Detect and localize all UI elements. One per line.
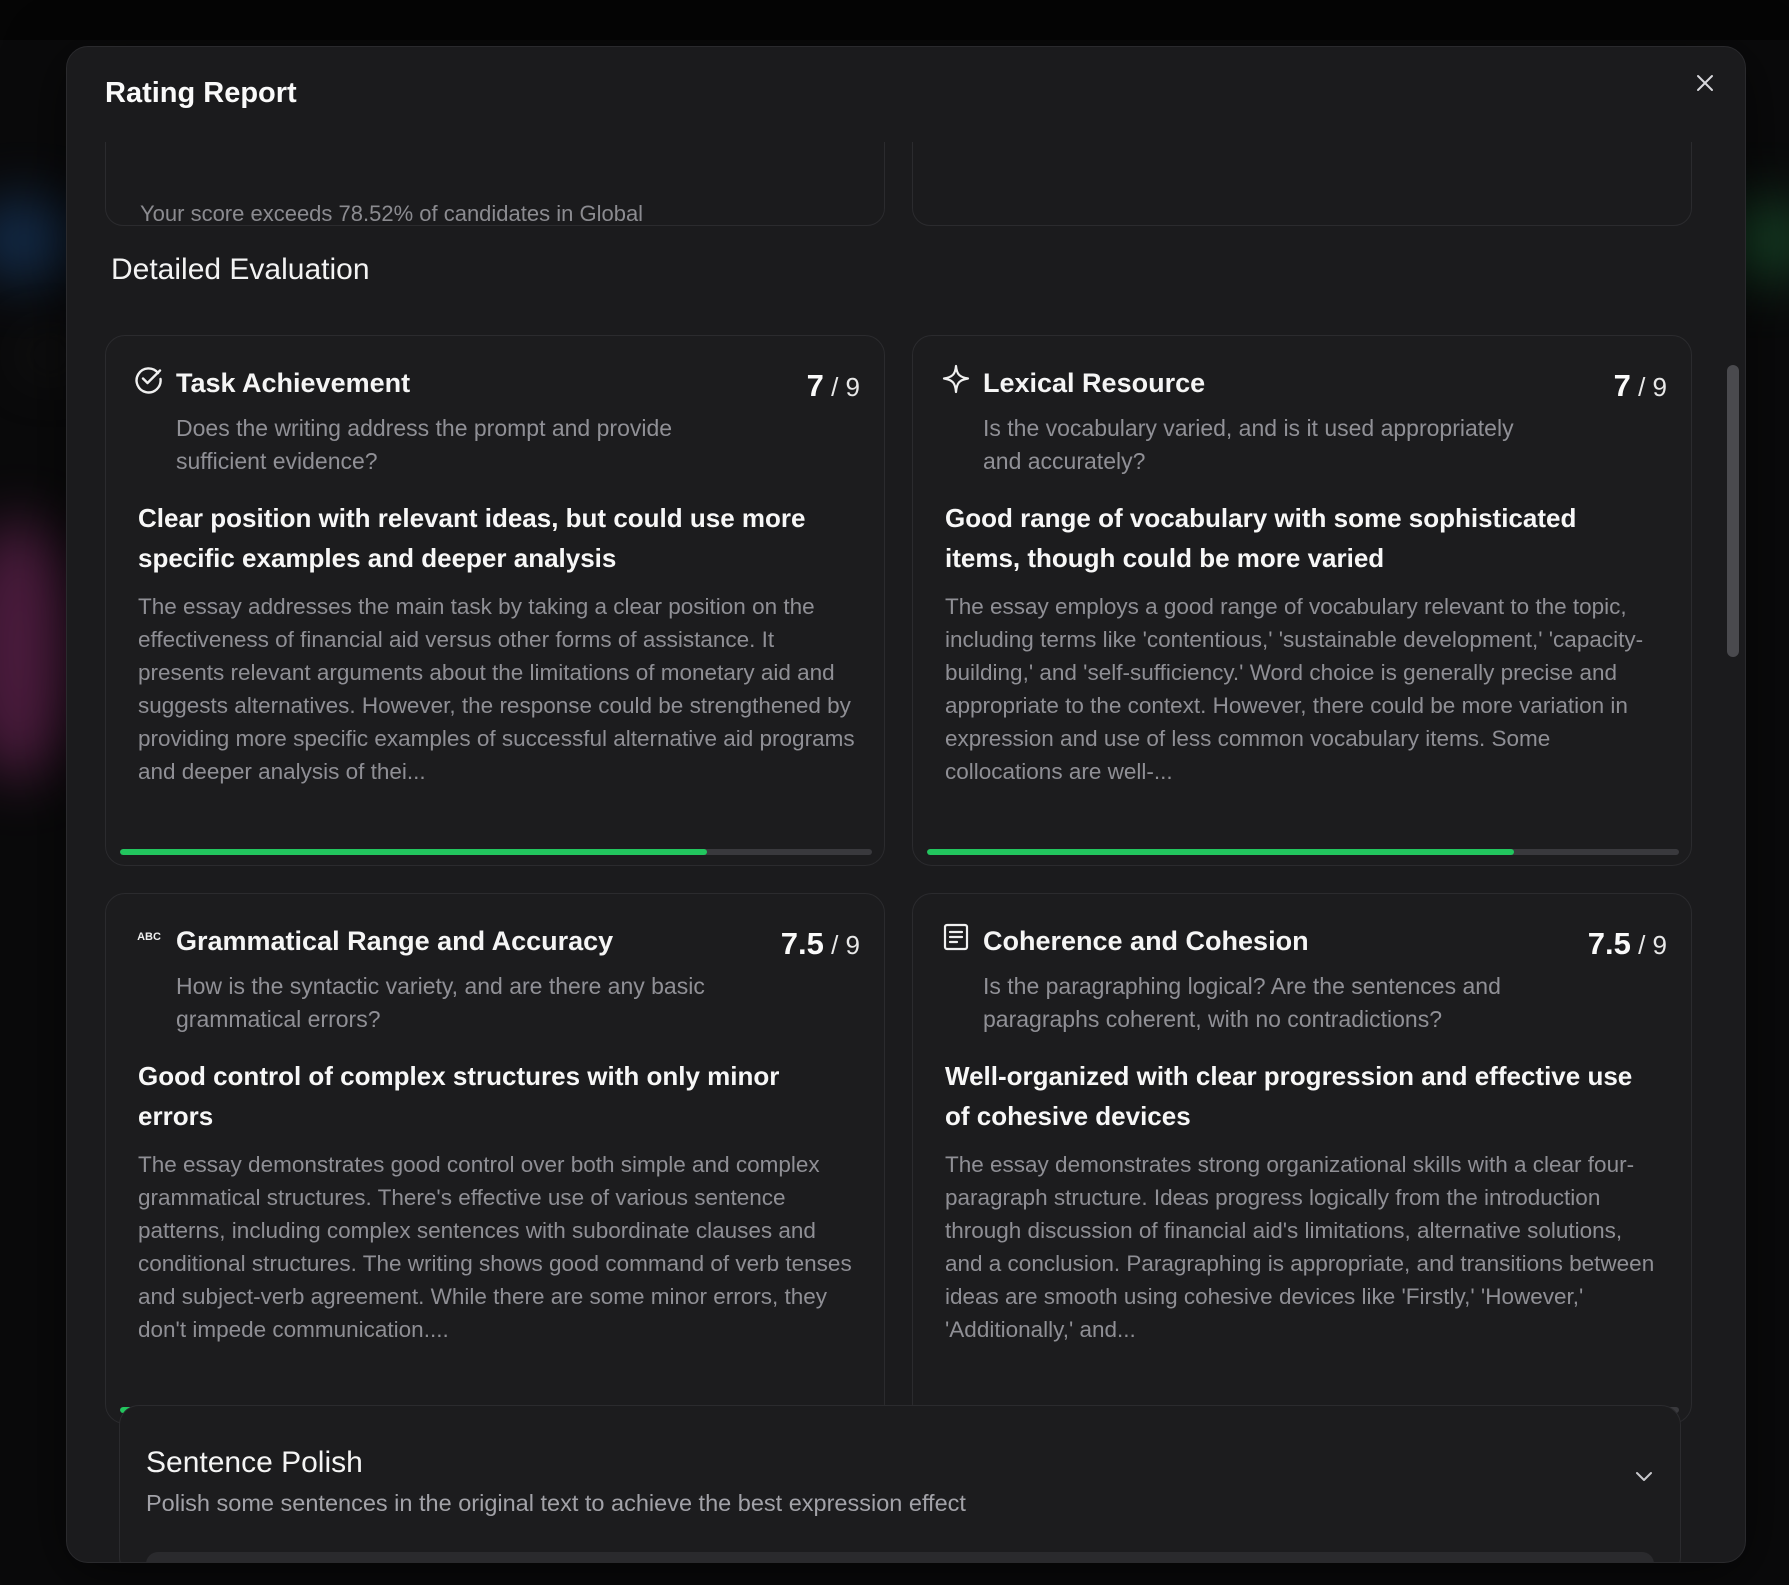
criterion-detail: The essay demonstrates strong organizati…	[945, 1152, 1655, 1342]
overall-summary-card	[912, 142, 1692, 226]
score-max: / 9	[831, 372, 860, 402]
score-max: / 9	[831, 930, 860, 960]
scrollbar-thumb[interactable]	[1727, 365, 1739, 657]
criterion-score: 7.5 / 9	[781, 926, 860, 962]
criterion-name: Task Achievement	[176, 368, 411, 398]
criterion-score: 7 / 9	[1614, 368, 1667, 404]
criterion-summary: Clear position with relevant ideas, but …	[138, 503, 806, 573]
score-value: 7	[1613, 368, 1631, 403]
chevron-down-icon[interactable]	[1632, 1464, 1656, 1488]
criterion-summary: Good control of complex structures with …	[138, 1061, 780, 1131]
rating-report-modal: Rating Report Your score exceeds 78.52% …	[66, 46, 1746, 1563]
close-button[interactable]	[1687, 65, 1723, 101]
report-scroll-area[interactable]: Your score exceeds 78.52% of candidates …	[67, 142, 1745, 1562]
check-circle-icon	[135, 367, 162, 394]
score-percentile-text: Your score exceeds 78.52% of candidates …	[140, 201, 644, 226]
document-icon	[943, 923, 969, 951]
criterion-card-lexical-resource[interactable]: Lexical Resource 7 / 9 Is the vocabulary…	[912, 335, 1692, 866]
polish-content-placeholder	[146, 1552, 1654, 1562]
criterion-score: 7.5 / 9	[1588, 926, 1667, 962]
sentence-polish-panel[interactable]: Sentence Polish Polish some sentences in…	[119, 1405, 1681, 1562]
criterion-summary: Good range of vocabulary with some sophi…	[945, 503, 1577, 573]
criterion-detail: The essay addresses the main task by tak…	[138, 594, 855, 784]
score-value: 7	[806, 368, 824, 403]
abc-icon-text: ABC	[137, 931, 161, 943]
background-topbar	[0, 0, 1789, 40]
criterion-name: Grammatical Range and Accuracy	[176, 926, 614, 956]
criterion-score: 7 / 9	[807, 368, 860, 404]
modal-title: Rating Report	[105, 77, 297, 109]
score-max: / 9	[1638, 930, 1667, 960]
overall-score-card: Your score exceeds 78.52% of candidates …	[105, 142, 885, 226]
progress-fill	[927, 849, 1514, 855]
polish-title: Sentence Polish	[146, 1446, 363, 1479]
score-max: / 9	[1638, 372, 1667, 402]
abc-icon: ABC	[137, 931, 161, 943]
criterion-detail: The essay demonstrates good control over…	[138, 1152, 852, 1342]
score-progress-bar	[927, 849, 1679, 855]
polish-subtitle: Polish some sentences in the original te…	[146, 1490, 966, 1516]
criterion-name: Lexical Resource	[983, 368, 1206, 398]
progress-fill	[120, 849, 707, 855]
criterion-card-grammatical-range[interactable]: ABC Grammatical Range and Accuracy 7.5 /…	[105, 893, 885, 1424]
criterion-summary: Well-organized with clear progression an…	[945, 1061, 1633, 1131]
criterion-card-task-achievement[interactable]: Task Achievement 7 / 9 Does the writing …	[105, 335, 885, 866]
criterion-question: Does the writing address the prompt and …	[176, 415, 673, 474]
score-value: 7.5	[1587, 926, 1631, 961]
criterion-question: Is the vocabulary varied, and is it used…	[983, 415, 1514, 474]
criterion-name: Coherence and Cohesion	[983, 926, 1309, 956]
close-icon	[1697, 75, 1713, 91]
criterion-question: Is the paragraphing logical? Are the sen…	[983, 973, 1501, 1032]
score-value: 7.5	[780, 926, 824, 961]
criterion-card-coherence-cohesion[interactable]: Coherence and Cohesion 7.5 / 9 Is the pa…	[912, 893, 1692, 1424]
sparkle-icon	[942, 364, 970, 394]
score-progress-bar	[120, 849, 872, 855]
criterion-question: How is the syntactic variety, and are th…	[176, 973, 705, 1032]
section-title: Detailed Evaluation	[111, 253, 370, 286]
criterion-detail: The essay employs a good range of vocabu…	[945, 594, 1644, 784]
